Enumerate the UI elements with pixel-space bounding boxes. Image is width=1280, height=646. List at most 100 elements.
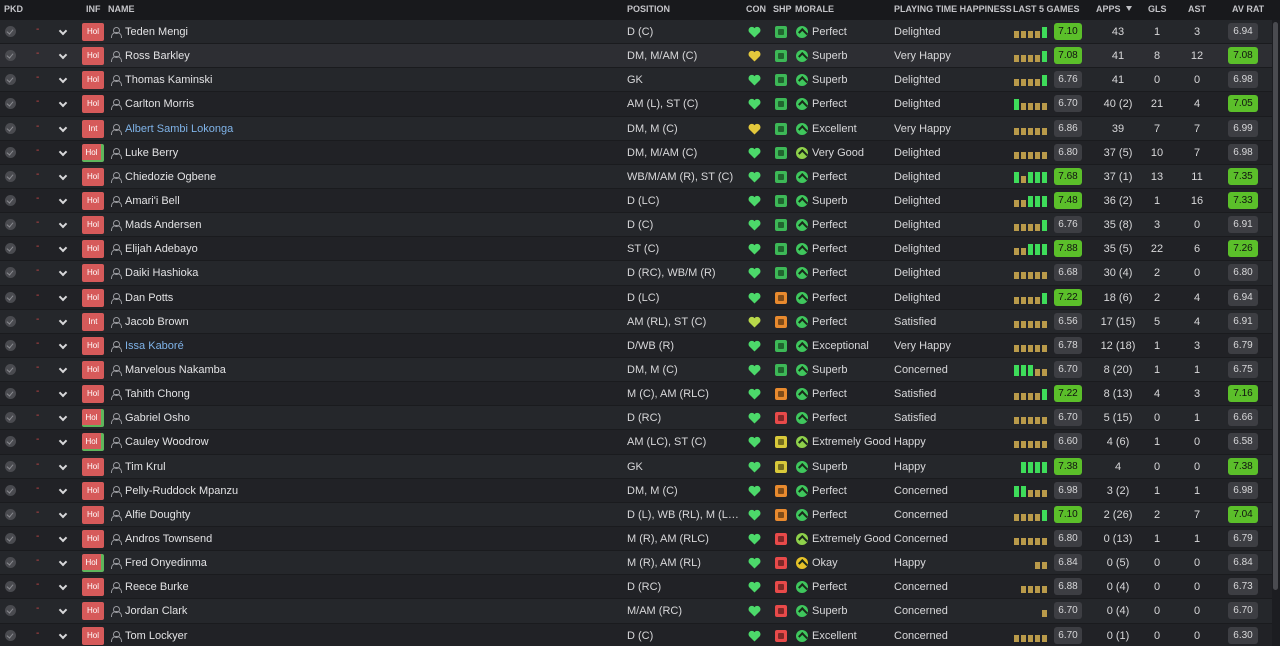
chevron-down-icon[interactable] — [58, 26, 68, 36]
chevron-down-icon[interactable] — [58, 50, 68, 60]
table-row[interactable]: - Hol Marvelous Nakamba DM, M (C) Superb Conc… — [0, 357, 1272, 383]
table-row[interactable]: - Int Albert Sambi Lokonga DM, M (C) Excelle… — [0, 116, 1272, 141]
table-row[interactable]: - Hol Chiedozie Ogbene WB/M/AM (R), ST (C) P… — [0, 164, 1272, 190]
player-name[interactable]: Elijah Adebayo — [125, 243, 198, 255]
picked-check-icon[interactable] — [5, 484, 16, 496]
picked-check-icon[interactable] — [5, 508, 16, 520]
chevron-down-icon[interactable] — [58, 630, 68, 639]
col-ast[interactable]: AST — [1188, 4, 1206, 14]
chevron-down-icon[interactable] — [58, 75, 68, 84]
col-pkd[interactable]: PKD — [4, 4, 23, 14]
player-name[interactable]: Thomas Kaminski — [125, 74, 212, 86]
picked-check-icon[interactable] — [5, 629, 16, 641]
chevron-down-icon[interactable] — [58, 268, 68, 277]
picked-check-icon[interactable] — [5, 219, 16, 231]
picked-check-icon[interactable] — [5, 605, 16, 617]
player-name[interactable]: Dan Potts — [125, 292, 173, 304]
player-name[interactable]: Albert Sambi Lokonga — [125, 123, 233, 135]
col-shp[interactable]: SHP — [773, 4, 792, 14]
player-name[interactable]: Andros Townsend — [125, 533, 212, 545]
player-name[interactable]: Cauley Woodrow — [125, 436, 209, 448]
picked-check-icon[interactable] — [5, 581, 16, 593]
picked-check-icon[interactable] — [5, 460, 16, 472]
table-row[interactable]: - Hol Cauley Woodrow AM (LC), ST (C) Extreme… — [0, 430, 1272, 455]
player-name[interactable]: Ross Barkley — [125, 50, 190, 62]
player-name[interactable]: Chiedozie Ogbene — [125, 171, 216, 183]
chevron-down-icon[interactable] — [58, 437, 68, 446]
col-position[interactable]: POSITION — [627, 4, 670, 14]
player-name[interactable]: Tom Lockyer — [125, 630, 187, 642]
col-inf[interactable]: INF — [86, 4, 101, 14]
chevron-down-icon[interactable] — [58, 340, 68, 350]
chevron-down-icon[interactable] — [58, 219, 68, 229]
table-row[interactable]: - Hol Thomas Kaminski GK Superb Delighted 6.76… — [0, 68, 1272, 93]
chevron-down-icon[interactable] — [58, 316, 68, 325]
picked-check-icon[interactable] — [5, 412, 16, 424]
picked-check-icon[interactable] — [5, 436, 16, 448]
chevron-down-icon[interactable] — [58, 509, 68, 519]
chevron-down-icon[interactable] — [58, 99, 68, 108]
player-name[interactable]: Gabriel Osho — [125, 412, 190, 424]
table-row[interactable]: - Hol Tahith Chong M (C), AM (RLC) Perfect Sa… — [0, 382, 1272, 407]
picked-check-icon[interactable] — [5, 170, 16, 182]
player-name[interactable]: Fred Onyedinma — [125, 557, 207, 569]
picked-check-icon[interactable] — [5, 194, 16, 206]
player-name[interactable]: Jacob Brown — [125, 316, 189, 328]
player-name[interactable]: Tim Krul — [125, 461, 166, 473]
picked-check-icon[interactable] — [5, 26, 16, 37]
col-gls[interactable]: GLS — [1148, 4, 1167, 14]
player-name[interactable]: Daiki Hashioka — [125, 267, 198, 279]
col-morale[interactable]: MORALE — [795, 4, 834, 14]
col-con[interactable]: CON — [746, 4, 766, 14]
player-name[interactable]: Mads Andersen — [125, 219, 201, 231]
col-apps[interactable]: APPS — [1096, 4, 1121, 14]
picked-check-icon[interactable] — [5, 388, 16, 400]
chevron-down-icon[interactable] — [58, 171, 68, 181]
chevron-down-icon[interactable] — [58, 123, 68, 132]
col-avrat[interactable]: AV RAT — [1232, 4, 1264, 14]
table-row[interactable]: - Hol Dan Potts D (LC) Perfect Delighted 7.22 1… — [0, 285, 1272, 310]
picked-check-icon[interactable] — [5, 50, 16, 62]
player-name[interactable]: Amari'i Bell — [125, 195, 180, 207]
table-row[interactable]: - Hol Ross Barkley DM, M/AM (C) Superb Very H… — [0, 44, 1272, 69]
chevron-down-icon[interactable] — [58, 292, 68, 301]
player-name[interactable]: Pelly-Ruddock Mpanzu — [125, 485, 238, 497]
chevron-down-icon[interactable] — [58, 413, 68, 422]
picked-check-icon[interactable] — [5, 243, 16, 255]
table-row[interactable]: - Hol Reece Burke D (RC) Perfect Concerned 6.8… — [0, 575, 1272, 600]
table-row[interactable]: - Hol Issa Kaboré D/WB (R) Exceptional Very H… — [0, 333, 1272, 359]
table-row[interactable]: - Hol Andros Townsend M (R), AM (RLC) Extrem… — [0, 526, 1272, 552]
player-name[interactable]: Reece Burke — [125, 581, 189, 593]
chevron-down-icon[interactable] — [58, 364, 68, 374]
table-row[interactable]: - Hol Jordan Clark M/AM (RC) Superb Concerned… — [0, 599, 1272, 624]
picked-check-icon[interactable] — [5, 557, 16, 569]
table-row[interactable]: - Hol Daiki Hashioka D (RC), WB/M (R) Perfec… — [0, 261, 1272, 286]
picked-check-icon[interactable] — [5, 363, 16, 375]
picked-check-icon[interactable] — [5, 74, 16, 86]
table-row[interactable]: - Hol Pelly-Ruddock Mpanzu DM, M (C) Perfect… — [0, 478, 1272, 503]
player-name[interactable]: Alfie Doughty — [125, 509, 190, 521]
picked-check-icon[interactable] — [5, 532, 16, 544]
chevron-down-icon[interactable] — [58, 388, 68, 398]
picked-check-icon[interactable] — [5, 122, 16, 134]
player-name[interactable]: Carlton Morris — [125, 98, 194, 110]
chevron-down-icon[interactable] — [58, 147, 68, 156]
chevron-down-icon[interactable] — [58, 606, 68, 615]
picked-check-icon[interactable] — [5, 267, 16, 279]
player-name[interactable]: Luke Berry — [125, 147, 178, 159]
picked-check-icon[interactable] — [5, 291, 16, 303]
chevron-down-icon[interactable] — [58, 557, 68, 567]
table-row[interactable]: - Hol Carlton Morris AM (L), ST (C) Perfect D… — [0, 92, 1272, 117]
table-row[interactable]: - Hol Elijah Adebayo ST (C) Perfect Delighted… — [0, 237, 1272, 262]
picked-check-icon[interactable] — [5, 315, 16, 327]
picked-check-icon[interactable] — [5, 146, 16, 158]
player-name[interactable]: Jordan Clark — [125, 605, 187, 617]
player-name[interactable]: Marvelous Nakamba — [125, 364, 226, 376]
scrollbar-thumb[interactable] — [1273, 22, 1278, 590]
chevron-down-icon[interactable] — [58, 581, 68, 591]
chevron-down-icon[interactable] — [58, 461, 68, 470]
table-row[interactable]: - Hol Mads Andersen D (C) Perfect Delighted 6.… — [0, 213, 1272, 238]
table-row[interactable]: - Hol Amari'i Bell D (LC) Superb Delighted 7.4… — [0, 188, 1272, 214]
table-row[interactable]: - Hol Alfie Doughty D (L), WB (RL), M (L),.… — [0, 502, 1272, 528]
player-name[interactable]: Teden Mengi — [125, 26, 188, 38]
